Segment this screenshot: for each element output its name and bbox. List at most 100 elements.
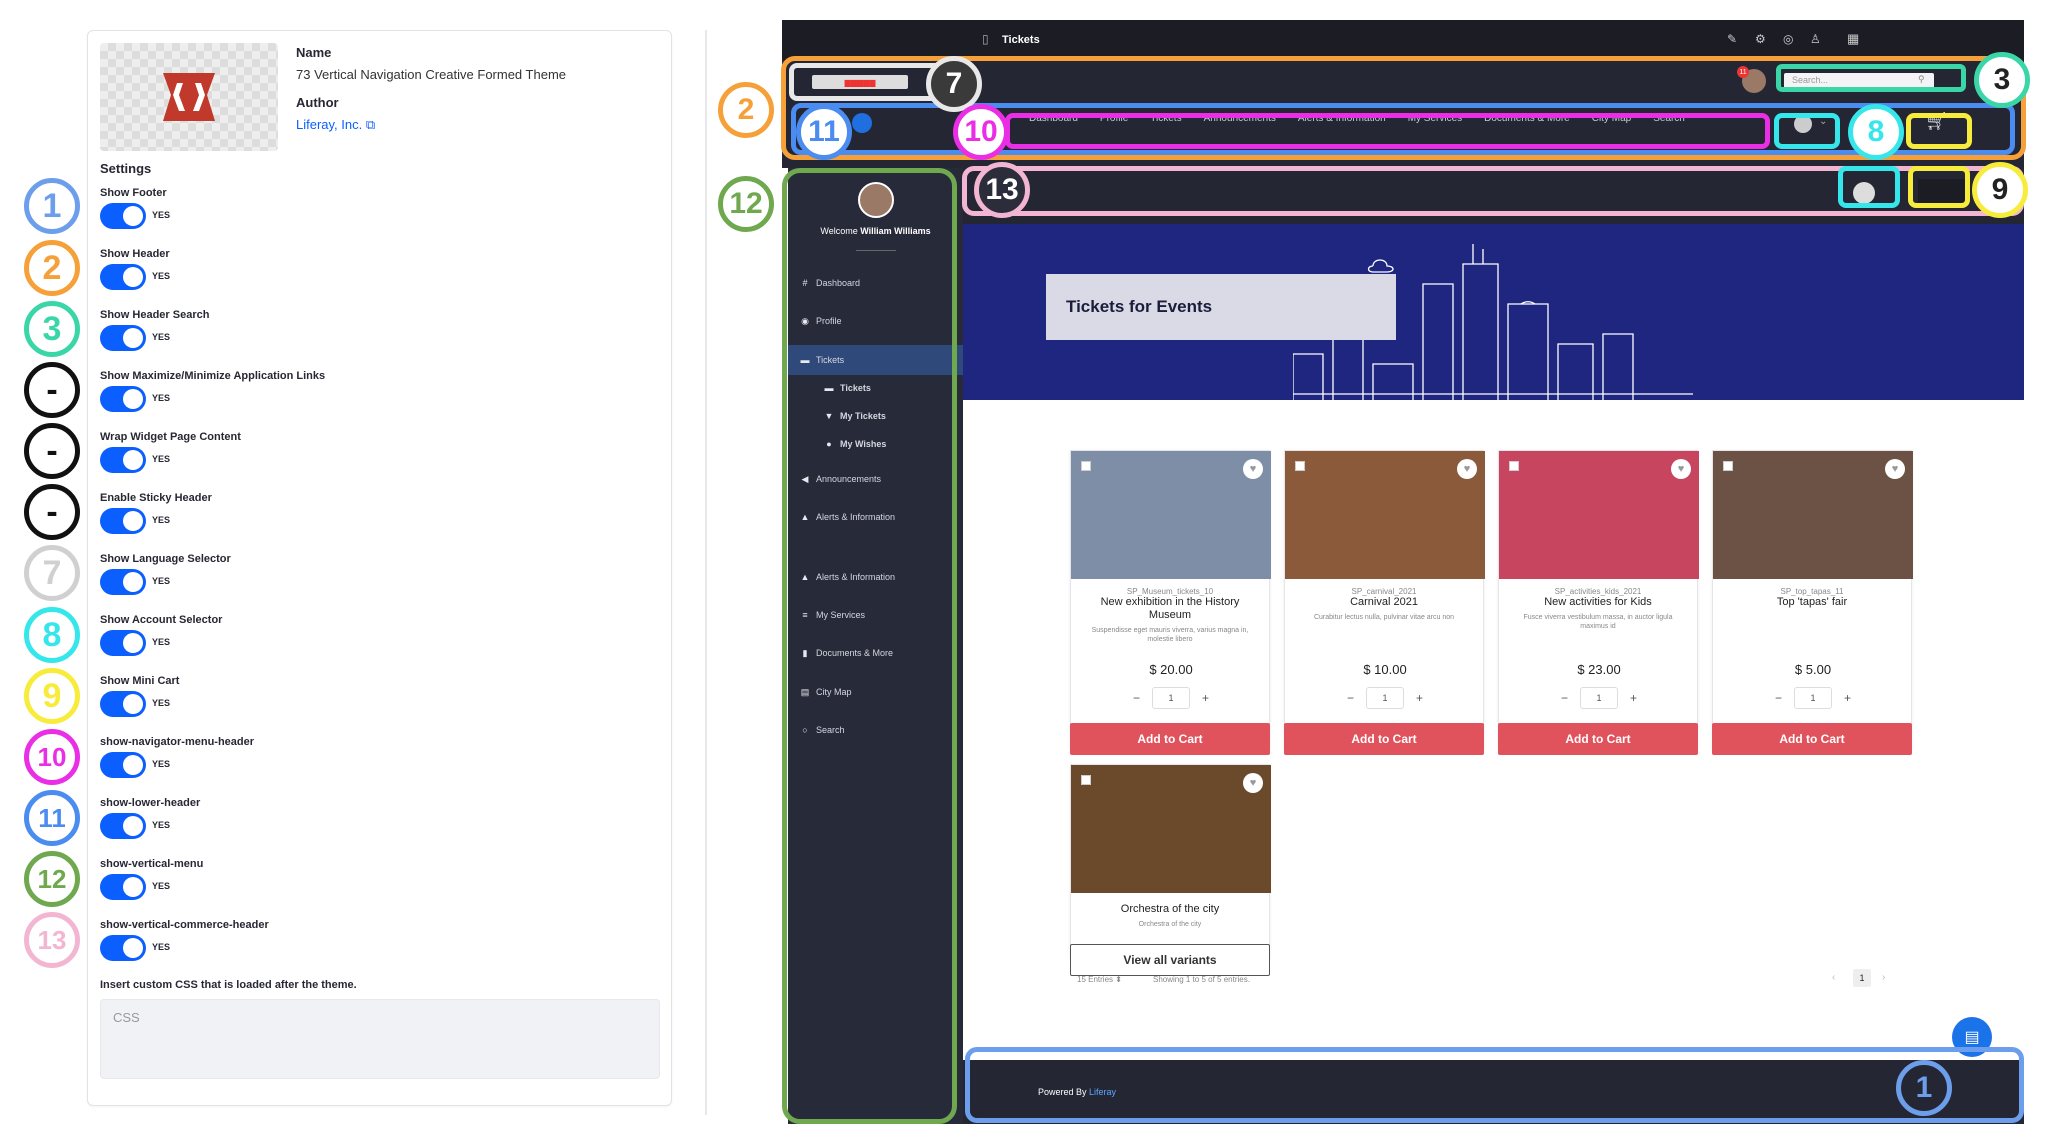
wishlist-heart-icon[interactable]: ♥	[1671, 459, 1691, 479]
banner-title: Tickets for Events	[1046, 274, 1396, 340]
legend-marker: 11	[24, 790, 80, 846]
annotation-marker-10: 10	[953, 104, 1009, 160]
product-card[interactable]: ♥ SP_activities_kids_2021 New activities f…	[1498, 450, 1699, 750]
product-image[interactable]: ♥	[1071, 451, 1271, 579]
view-variants-button[interactable]: View all variants	[1070, 944, 1270, 976]
minus-icon[interactable]: −	[1561, 691, 1568, 705]
quantity-stepper[interactable]: −1 +	[1285, 687, 1485, 709]
globe-icon[interactable]: ◎	[1783, 32, 1793, 46]
add-to-cart-button[interactable]: Add to Cart	[1498, 723, 1698, 755]
annotation-box-commerce-account	[1838, 166, 1900, 208]
setting-toggle[interactable]	[100, 447, 146, 473]
add-to-cart-button[interactable]: Add to Cart	[1070, 723, 1270, 755]
product-name: Orchestra of the city	[1120, 903, 1220, 915]
product-card[interactable]: ♥ Orchestra of the city Orchestra of the c…	[1070, 764, 1271, 958]
compare-checkbox[interactable]	[1509, 461, 1519, 471]
wishlist-heart-icon[interactable]: ♥	[1243, 773, 1263, 793]
add-to-cart-button[interactable]: Add to Cart	[1712, 723, 1912, 755]
product-price: $ 10.00	[1363, 662, 1407, 677]
next-page-icon[interactable]: ›	[1882, 972, 1885, 983]
sidebar-toggle-icon[interactable]: ▯	[982, 32, 989, 46]
product-card[interactable]: ♥ SP_Museum_tickets_10 New exhibition in t…	[1070, 450, 1271, 750]
product-image[interactable]: ♥	[1499, 451, 1699, 579]
quantity-stepper[interactable]: −1 +	[1499, 687, 1699, 709]
setting-row: show-vertical-menu YES	[100, 858, 640, 906]
compare-checkbox[interactable]	[1723, 461, 1733, 471]
compare-checkbox[interactable]	[1081, 461, 1091, 471]
plus-icon[interactable]: +	[1416, 691, 1423, 705]
product-image[interactable]: ♥	[1071, 765, 1271, 893]
product-name: New activities for Kids	[1544, 596, 1652, 608]
setting-label: Show Maximize/Minimize Application Links	[100, 370, 326, 382]
quantity-input[interactable]: 1	[1152, 687, 1190, 709]
quantity-input[interactable]: 1	[1580, 687, 1618, 709]
setting-toggle[interactable]	[100, 386, 146, 412]
annotation-box-commerce-cart	[1908, 166, 1970, 208]
annotation-box-account	[1774, 113, 1840, 149]
setting-toggle[interactable]	[100, 325, 146, 351]
setting-toggle[interactable]	[100, 569, 146, 595]
setting-label: Wrap Widget Page Content	[100, 431, 241, 443]
pencil-icon[interactable]: ✎	[1727, 32, 1737, 46]
setting-toggle[interactable]	[100, 935, 146, 961]
annotation-box-search	[1776, 64, 1966, 92]
apps-grid-icon[interactable]: ▦	[1847, 31, 1859, 47]
plus-icon[interactable]: +	[1630, 691, 1637, 705]
legend-marker: 10	[24, 729, 80, 785]
setting-row: Show Language Selector YES	[100, 553, 640, 601]
setting-toggle[interactable]	[100, 691, 146, 717]
setting-toggle[interactable]	[100, 813, 146, 839]
setting-toggle[interactable]	[100, 203, 146, 229]
quantity-stepper[interactable]: −1 +	[1071, 687, 1271, 709]
legend-marker: 8	[24, 607, 80, 663]
minus-icon[interactable]: −	[1775, 691, 1782, 705]
page-number[interactable]: 1	[1853, 969, 1871, 987]
annotation-marker-2: 2	[718, 82, 774, 138]
theme-settings-panel: Name 73 Vertical Navigation Creative For…	[87, 30, 672, 1106]
compare-checkbox[interactable]	[1081, 775, 1091, 785]
gear-icon[interactable]: ⚙	[1755, 32, 1766, 46]
flask-icon[interactable]: ♙	[1810, 32, 1821, 46]
setting-label: Show Footer	[100, 187, 167, 199]
wishlist-heart-icon[interactable]: ♥	[1457, 459, 1477, 479]
pagination-summary: Showing 1 to 5 of 5 entries.	[1153, 975, 1250, 984]
setting-toggle[interactable]	[100, 264, 146, 290]
setting-toggle[interactable]	[100, 508, 146, 534]
external-link-icon: ⧉	[365, 117, 376, 132]
legend-marker: -	[24, 484, 80, 540]
theme-logo-icon	[163, 73, 215, 121]
plus-icon[interactable]: +	[1844, 691, 1851, 705]
legend-marker: 7	[24, 545, 80, 601]
product-sku: SP_Museum_tickets_10	[1126, 587, 1214, 596]
setting-value: YES	[152, 271, 171, 281]
quantity-stepper[interactable]: −1 +	[1713, 687, 1913, 709]
annotation-box-footer	[965, 1047, 2024, 1123]
setting-toggle[interactable]	[100, 752, 146, 778]
quantity-input[interactable]: 1	[1794, 687, 1832, 709]
quantity-input[interactable]: 1	[1366, 687, 1404, 709]
wishlist-heart-icon[interactable]: ♥	[1885, 459, 1905, 479]
minus-icon[interactable]: −	[1133, 691, 1140, 705]
product-card[interactable]: ♥ SP_top_tapas_11 Top 'tapas' fair $ 5.00−1…	[1712, 450, 1913, 750]
annotation-marker-3: 3	[1974, 52, 2030, 108]
custom-css-textarea[interactable]: CSS	[100, 999, 660, 1079]
setting-row: Show Mini Cart YES	[100, 675, 640, 723]
plus-icon[interactable]: +	[1202, 691, 1209, 705]
annotation-marker-8: 8	[1848, 104, 1904, 160]
add-to-cart-button[interactable]: Add to Cart	[1284, 723, 1484, 755]
setting-value: YES	[152, 393, 171, 403]
product-image[interactable]: ♥	[1713, 451, 1913, 579]
product-card[interactable]: ♥ SP_carnival_2021 Carnival 2021 Curabitur …	[1284, 450, 1485, 750]
prev-page-icon[interactable]: ‹	[1832, 972, 1835, 983]
theme-author-link[interactable]: Liferay, Inc. ⧉	[296, 117, 375, 133]
wishlist-heart-icon[interactable]: ♥	[1243, 459, 1263, 479]
product-image[interactable]: ♥	[1285, 451, 1485, 579]
product-description: Orchestra of the city	[1138, 921, 1202, 928]
setting-value: YES	[152, 942, 171, 952]
setting-toggle[interactable]	[100, 874, 146, 900]
entries-selector[interactable]: 15 Entries ⬍	[1077, 975, 1122, 984]
setting-toggle[interactable]	[100, 630, 146, 656]
compare-checkbox[interactable]	[1295, 461, 1305, 471]
setting-label: show-vertical-menu	[100, 858, 204, 870]
minus-icon[interactable]: −	[1347, 691, 1354, 705]
